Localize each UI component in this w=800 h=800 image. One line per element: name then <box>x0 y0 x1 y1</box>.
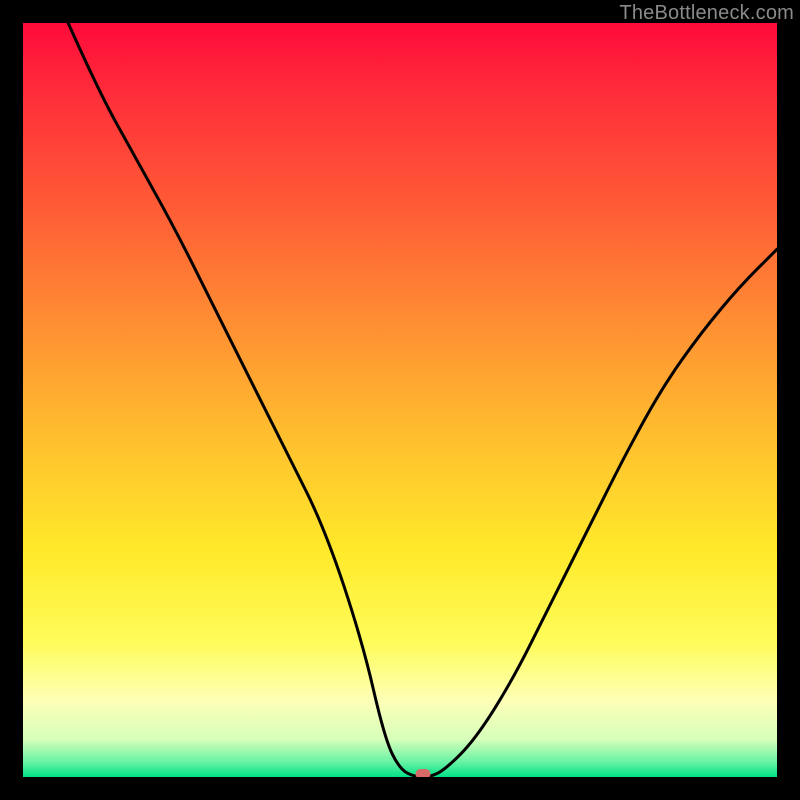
bottleneck-marker <box>415 769 430 777</box>
bottleneck-curve-svg <box>23 23 777 777</box>
chart-container: TheBottleneck.com <box>0 0 800 800</box>
plot-area <box>23 23 777 777</box>
watermark-text: TheBottleneck.com <box>619 2 794 25</box>
bottleneck-curve-path <box>68 23 777 777</box>
